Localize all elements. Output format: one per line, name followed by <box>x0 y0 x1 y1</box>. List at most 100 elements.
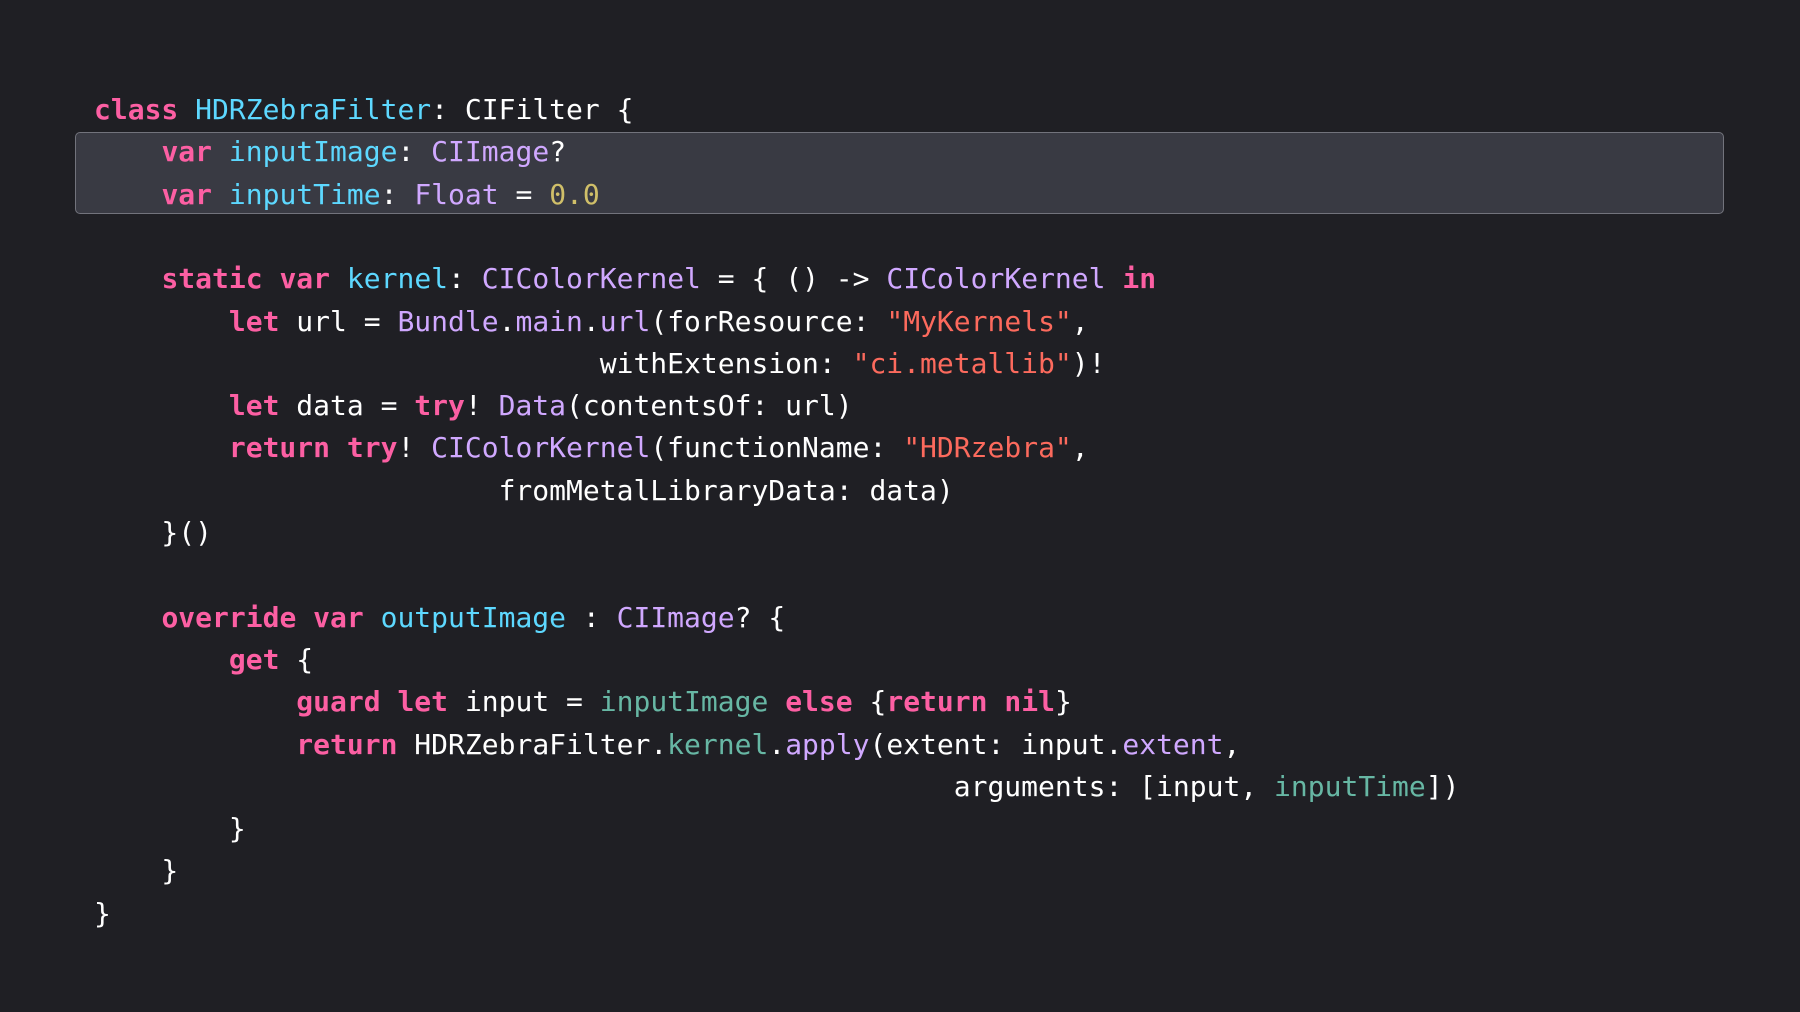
code-token-plain: } <box>94 854 179 888</box>
code-token-type: Float <box>414 177 499 211</box>
code-token-plain: (contentsOf: url) <box>566 389 853 423</box>
code-token-type: Bundle <box>397 304 499 338</box>
code-line: let url = Bundle.main.url(forResource: "… <box>94 301 1089 343</box>
code-token-keyword: try <box>414 389 465 423</box>
code-line: }() <box>94 512 212 554</box>
code-line: get { <box>94 639 313 681</box>
code-token-keyword: else <box>785 685 853 719</box>
code-token-plain: : CIFilter { <box>431 93 634 126</box>
code-token-number: 0.0 <box>549 177 600 211</box>
code-token-plain: ! <box>464 389 499 423</box>
code-line: withExtension: "ci.metallib")! <box>94 343 1106 385</box>
code-line: class HDRZebraFilter: CIFilter { <box>94 89 633 131</box>
code-token-keyword: let <box>228 304 280 338</box>
code-token-decl: outputImage <box>380 600 567 634</box>
code-token-plain: = { () -> <box>700 262 887 296</box>
code-token-keyword: return <box>228 431 331 465</box>
code-token-plain: input = <box>448 685 600 719</box>
code-line: } <box>94 808 246 850</box>
code-token-keyword: guard <box>296 685 381 719</box>
code-token-project: inputTime <box>1274 769 1426 803</box>
code-token-type: CIColorKernel <box>481 262 701 296</box>
code-token-plain: (extent: input. <box>869 727 1123 761</box>
code-token-plain: (functionName: <box>650 431 904 465</box>
code-token-plain: fromMetalLibraryData: data) <box>94 473 954 507</box>
code-token-plain: HDRZebraFilter. <box>397 727 668 761</box>
code-token-string: "ci.metallib" <box>852 346 1072 380</box>
code-token-type: apply <box>785 727 870 761</box>
code-token-keyword: var <box>161 177 213 211</box>
code-token-keyword: nil <box>1004 685 1055 719</box>
code-line: arguments: [input, inputTime]) <box>94 766 1460 808</box>
code-token-plain: url = <box>279 304 398 338</box>
code-token-plain: , <box>1223 727 1241 761</box>
code-token-plain: : <box>448 262 482 296</box>
code-token-plain: { <box>279 642 314 676</box>
code-token-plain: . <box>582 304 600 338</box>
code-token-keyword: override <box>161 600 297 634</box>
code-token-keyword: static <box>161 262 263 296</box>
code-token-plain: arguments: [input, <box>94 769 1275 803</box>
code-token-plain: withExtension: <box>94 346 853 380</box>
code-token-plain: . <box>768 727 786 761</box>
code-line: override var outputImage : CIImage? { <box>94 597 785 639</box>
code-token-plain: }() <box>94 516 213 549</box>
code-panel: class HDRZebraFilter: CIFilter { var inp… <box>0 0 1800 1012</box>
code-token-keyword: get <box>228 642 280 676</box>
code-token-plain: ]) <box>1425 769 1460 803</box>
code-token-plain: . <box>498 304 516 338</box>
code-token-type: CIImage <box>431 135 550 169</box>
code-token-type: CIColorKernel <box>886 262 1106 296</box>
code-line: let data = try! Data(contentsOf: url) <box>94 385 853 427</box>
code-token-plain: data = <box>279 389 415 423</box>
code-line: } <box>94 850 178 892</box>
code-token-type: url <box>599 304 651 338</box>
code-token-keyword: return <box>886 685 988 719</box>
code-token-decl: kernel <box>346 262 449 296</box>
code-token-plain: , <box>1071 304 1089 338</box>
code-token-plain: ! <box>397 431 432 465</box>
code-token-decl: inputImage <box>228 135 398 169</box>
code-token-type: main <box>515 304 583 338</box>
code-line: return try! CIColorKernel(functionName: … <box>94 427 1089 469</box>
code-token-plain: : <box>380 177 415 211</box>
code-token-plain: )! <box>1071 346 1106 380</box>
code-token-decl: HDRZebraFilter <box>195 93 432 126</box>
code-token-plain: : <box>566 600 617 634</box>
code-token-project: kernel <box>667 727 769 761</box>
code-token-keyword: class <box>94 93 179 126</box>
code-token-project: inputImage <box>599 685 769 719</box>
code-line: var inputTime: Float = 0.0 <box>94 174 600 216</box>
code-token-string: "MyKernels" <box>886 304 1072 338</box>
code-token-plain: { <box>852 685 887 719</box>
code-token-plain: ? { <box>734 600 786 634</box>
code-token-plain: ? <box>549 135 567 169</box>
code-line: guard let input = inputImage else {retur… <box>94 681 1072 723</box>
code-token-keyword: let <box>228 389 280 423</box>
code-line: static var kernel: CIColorKernel = { () … <box>94 258 1156 300</box>
code-line: fromMetalLibraryData: data) <box>94 470 954 512</box>
code-token-keyword: return <box>296 727 398 761</box>
code-token-plain: } <box>1054 685 1072 719</box>
code-token-plain: : <box>397 135 432 169</box>
code-token-plain: (forResource: <box>650 304 887 338</box>
code-token-plain: } <box>94 896 111 930</box>
code-token-type: Data <box>498 389 567 423</box>
